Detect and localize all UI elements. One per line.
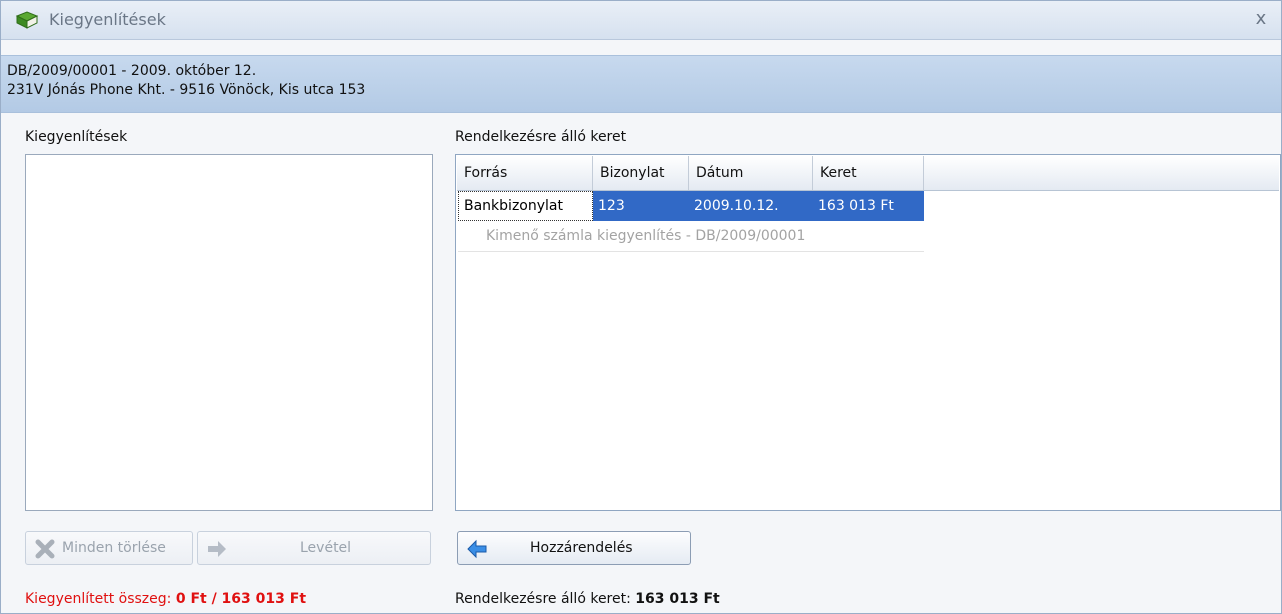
cell-datum[interactable]: 2009.10.12. [689,191,813,221]
settled-amount-value: 0 Ft / 163 013 Ft [175,591,307,607]
available-frame-label: Rendelkezésre álló keret [455,129,627,145]
detail-row: Kimenő számla kiegyenlítés - DB/2009/000… [458,223,924,252]
remove-button[interactable]: Levétel [197,531,431,565]
column-header-forras[interactable]: Forrás [457,156,593,190]
dialog-window: Kiegyenlítések x DB/2009/00001 - 2009. o… [0,0,1282,614]
detail-text: Kimenő számla kiegyenlítés - DB/2009/000… [486,228,806,244]
available-frame-grid[interactable]: Forrás Bizonylat Dátum Keret Bankbizonyl… [455,154,1281,511]
delete-x-icon [34,538,56,560]
document-info-bar: DB/2009/00001 - 2009. október 12. 231V J… [1,55,1281,113]
settlements-list[interactable] [25,154,433,511]
cell-keret[interactable]: 163 013 Ft [813,191,924,221]
close-icon[interactable]: x [1251,9,1271,29]
column-header-datum[interactable]: Dátum [689,156,813,190]
settled-amount: Kiegyenlített összeg: 0 Ft / 163 013 Ft [25,591,306,607]
arrow-right-icon [206,538,228,560]
column-header-keret[interactable]: Keret [813,156,924,190]
arrow-left-icon [466,538,488,560]
title-bar[interactable]: Kiegyenlítések x [1,1,1281,40]
grid-header: Forrás Bizonylat Dátum Keret [457,156,1279,191]
column-header-bizonylat[interactable]: Bizonylat [593,156,689,190]
remove-label: Levétel [300,540,352,556]
available-amount: Rendelkezésre álló keret: 163 013 Ft [455,591,720,607]
clear-all-label: Minden törlése [62,540,166,556]
clear-all-button[interactable]: Minden törlése [25,531,193,565]
window-title: Kiegyenlítések [49,10,166,29]
table-row[interactable]: Bankbizonylat 123 2009.10.12. 163 013 Ft [457,191,924,221]
cell-bizonylat[interactable]: 123 [593,191,689,221]
settlements-label: Kiegyenlítések [25,129,128,145]
document-number: DB/2009/00001 - 2009. október 12. [7,63,257,79]
book-icon [15,10,39,30]
partner-address: 231V Jónás Phone Kht. - 9516 Vönöck, Kis… [7,82,366,98]
available-amount-value: 163 013 Ft [635,591,720,607]
cell-forras[interactable]: Bankbizonylat [458,191,593,221]
available-amount-label: Rendelkezésre álló keret: [455,591,636,607]
assign-label: Hozzárendelés [530,540,633,556]
settled-amount-label: Kiegyenlített összeg: [25,591,176,607]
assign-button[interactable]: Hozzárendelés [457,531,691,565]
